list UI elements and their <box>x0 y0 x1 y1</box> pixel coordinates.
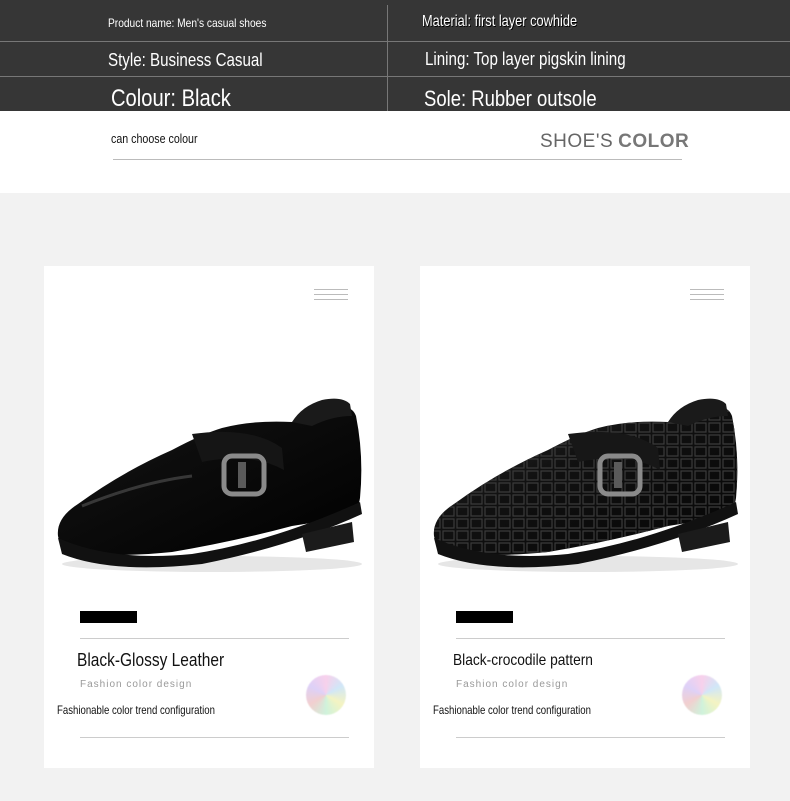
table-divider <box>387 5 388 111</box>
spec-colour: Colour: Black <box>111 85 231 112</box>
color-swatch <box>80 611 137 623</box>
spec-style: Style: Business Casual <box>108 50 263 70</box>
fashion-design-label: Fashion color design <box>80 679 193 690</box>
menu-lines-icon <box>690 289 724 304</box>
card-rule <box>456 737 725 738</box>
section-title-emphasis: COLOR <box>618 131 690 152</box>
menu-lines-icon <box>314 289 348 304</box>
spec-lining: Lining: Top layer pigskin lining <box>425 49 626 69</box>
table-divider <box>0 41 790 42</box>
section-title: SHOE'S COLOR <box>540 131 689 153</box>
card-rule <box>80 638 349 639</box>
holographic-badge-icon <box>682 675 722 715</box>
color-name: Black-Glossy Leather <box>77 650 225 670</box>
table-divider <box>0 76 790 77</box>
trend-config-label: Fashionable color trend configuration <box>433 703 591 717</box>
color-name: Black-crocodile pattern <box>453 652 593 669</box>
section-title-prefix: SHOE'S <box>540 131 614 152</box>
spec-product-name: Product name: Men's casual shoes <box>108 16 267 30</box>
fashion-design-label: Fashion color design <box>456 679 569 690</box>
crocodile-pattern-shoe-image <box>433 398 738 572</box>
spec-table: Product name: Men's casual shoes Materia… <box>0 0 790 112</box>
color-card-crocodile[interactable]: Black-crocodile pattern Fashion color de… <box>420 266 750 768</box>
spec-material: Material: first layer cowhide <box>422 13 578 30</box>
glossy-leather-shoe-image <box>57 398 362 572</box>
wave-edge <box>0 180 790 191</box>
color-swatch <box>456 611 513 623</box>
card-rule <box>456 638 725 639</box>
trend-config-label: Fashionable color trend configuration <box>57 703 215 717</box>
card-rule <box>80 737 349 738</box>
color-card-glossy[interactable]: Black-Glossy Leather Fashion color desig… <box>44 266 374 768</box>
spec-sole: Sole: Rubber outsole <box>424 86 597 111</box>
holographic-badge-icon <box>306 675 346 715</box>
header-rule <box>113 159 682 160</box>
choose-colour-label: can choose colour <box>111 131 198 146</box>
